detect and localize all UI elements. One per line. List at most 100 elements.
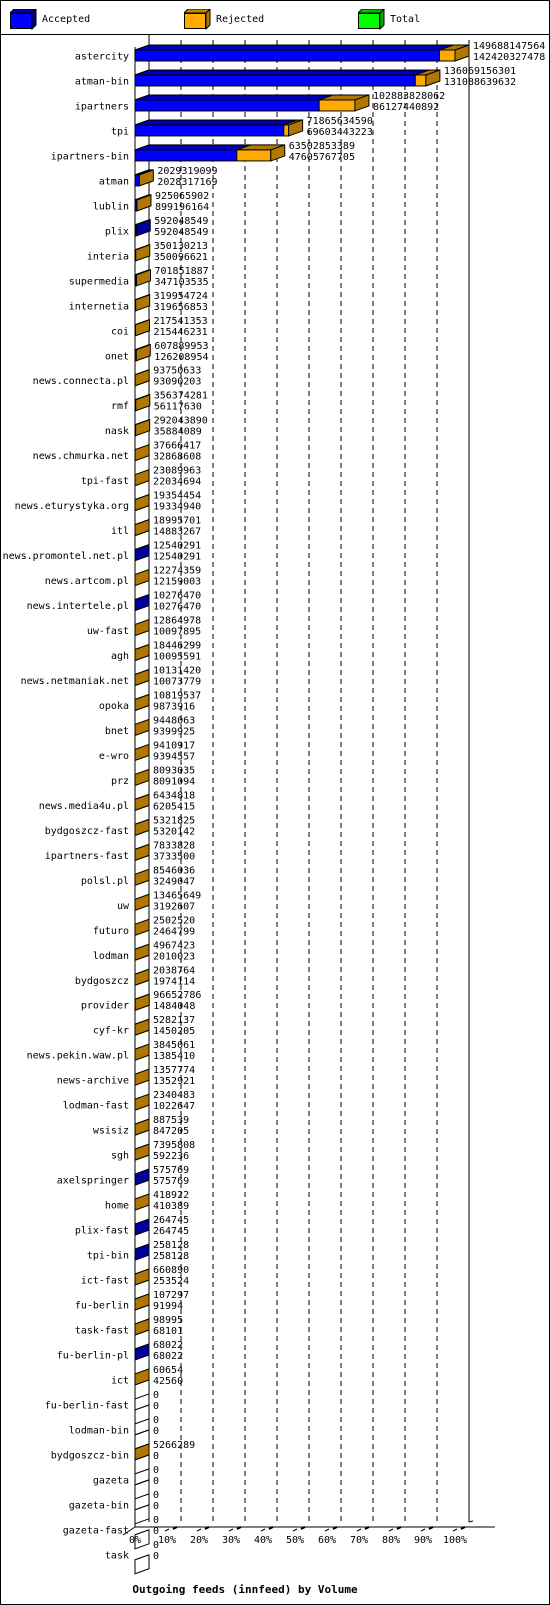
value-accepted: 2464799	[153, 926, 195, 937]
row-label: prz	[111, 776, 129, 787]
value-accepted: 68022	[153, 1351, 183, 1362]
value-accepted: 847205	[153, 1126, 189, 1137]
value-total: 63502853389	[289, 141, 355, 152]
value-accepted: 1450205	[153, 1026, 195, 1037]
row-label: rmf	[111, 401, 129, 412]
row-label: plix	[105, 226, 129, 237]
row-label: news.pekin.waw.pl	[27, 1051, 129, 1062]
row-label: agh	[111, 651, 129, 662]
bar-rejected	[414, 74, 427, 87]
value-total: 102883828062	[373, 91, 445, 102]
value-accepted: 0	[153, 1551, 159, 1562]
value-total: 9448063	[153, 715, 195, 726]
value-accepted: 10097895	[153, 627, 201, 638]
value-accepted: 68101	[153, 1326, 183, 1337]
value-accepted: 2010023	[153, 951, 195, 962]
row-label: lodman-fast	[63, 1101, 129, 1112]
value-total: 887539	[153, 1115, 189, 1126]
bar-accepted	[134, 49, 440, 62]
value-labels: 149688147564142420327478 1360691563011310…	[153, 41, 545, 1562]
value-accepted: 86127440892	[373, 102, 439, 113]
row-label: uw-fast	[87, 626, 129, 637]
row-label: news.intertele.pl	[27, 601, 129, 612]
value-accepted: 1022647	[153, 1101, 195, 1112]
x-tick-label: 70%	[350, 1535, 368, 1546]
row-label: polsl.pl	[81, 876, 129, 887]
value-total: 12864978	[153, 616, 201, 627]
row-label: ict	[111, 1375, 129, 1386]
value-accepted: 215446231	[153, 327, 207, 338]
x-tick	[164, 1528, 170, 1532]
value-accepted: 1484048	[153, 1001, 195, 1012]
bar-accepted-top	[134, 119, 298, 126]
row-label: bnet	[105, 726, 129, 737]
value-total: 68022	[153, 1340, 183, 1351]
x-tick	[228, 1528, 234, 1532]
row-label: itl	[111, 526, 129, 537]
value-accepted: 14883267	[153, 527, 201, 538]
bar-accepted	[134, 99, 320, 112]
value-accepted: 142420327478	[473, 52, 545, 63]
row-label: gazeta	[93, 1475, 129, 1486]
value-total: 23089963	[153, 466, 201, 477]
value-total: 264745	[153, 1215, 189, 1226]
value-total: 607889953	[154, 341, 208, 352]
value-accepted: 93090203	[153, 377, 201, 388]
value-total: 292043890	[154, 416, 208, 427]
row-label: news.connecta.pl	[33, 376, 129, 387]
value-accepted: 47605767705	[289, 152, 355, 163]
row-label: nask	[105, 426, 129, 437]
row-label: ict-fast	[81, 1276, 129, 1287]
value-total: 592048549	[154, 216, 208, 227]
bar-row	[134, 1404, 150, 1425]
row-label: onet	[105, 351, 129, 362]
row-label: fu-berlin	[75, 1301, 129, 1312]
x-tick-label: 40%	[254, 1535, 272, 1546]
value-total: 12540291	[153, 541, 201, 552]
row-label: news.netmaniak.net	[21, 676, 129, 687]
value-accepted: 8091094	[153, 776, 195, 787]
row-label: supermedia	[69, 276, 129, 287]
x-tick	[260, 1528, 266, 1532]
x-tick	[292, 1528, 298, 1532]
bar-accepted	[134, 124, 285, 137]
value-accepted: 0	[153, 1501, 159, 1512]
value-total: 37666417	[153, 441, 201, 452]
value-total: 19354454	[153, 491, 201, 502]
row-label: fu-berlin-pl	[57, 1350, 129, 1361]
row-label: ipartners	[75, 101, 129, 112]
bar-accepted	[134, 74, 416, 87]
value-total: 136069156301	[444, 66, 516, 77]
row-label: gazeta-bin	[69, 1500, 129, 1511]
value-total: 60654	[153, 1365, 183, 1376]
value-total: 2038764	[153, 965, 195, 976]
x-tick-label: 60%	[318, 1535, 336, 1546]
x-tick-label: 0%	[129, 1535, 141, 1546]
value-total: 4967423	[153, 940, 195, 951]
value-total: 71865634590	[307, 116, 373, 127]
value-accepted: 350096621	[154, 252, 208, 263]
value-total: 5266289	[153, 1440, 195, 1451]
row-label: news.chmurka.net	[33, 451, 129, 462]
row-label: tpi	[111, 126, 129, 137]
bar-accepted-top	[134, 44, 454, 51]
value-accepted: 592236	[153, 1151, 189, 1162]
value-accepted: 9873916	[153, 701, 195, 712]
row-label: atman	[99, 176, 129, 187]
value-total: 0	[153, 1465, 159, 1476]
value-total: 1357774	[153, 1065, 195, 1076]
x-tick-label: 50%	[286, 1535, 304, 1546]
value-total: 13465649	[153, 890, 201, 901]
row-label: news.media4u.pl	[39, 801, 129, 812]
value-accepted: 319656853	[154, 302, 208, 313]
bar-accepted	[134, 149, 238, 162]
value-total: 660890	[153, 1265, 189, 1276]
row-label: fu-berlin-fast	[45, 1400, 129, 1411]
value-accepted: 19334940	[153, 502, 201, 513]
x-tick-label: 30%	[222, 1535, 240, 1546]
value-total: 2502520	[153, 915, 195, 926]
row-labels: astercity atman-bin ipartners tpi ipartners-…	[3, 52, 130, 1562]
value-accepted: 3192607	[153, 901, 195, 912]
row-label: internetia	[69, 301, 129, 312]
value-accepted: 1974114	[153, 976, 195, 987]
